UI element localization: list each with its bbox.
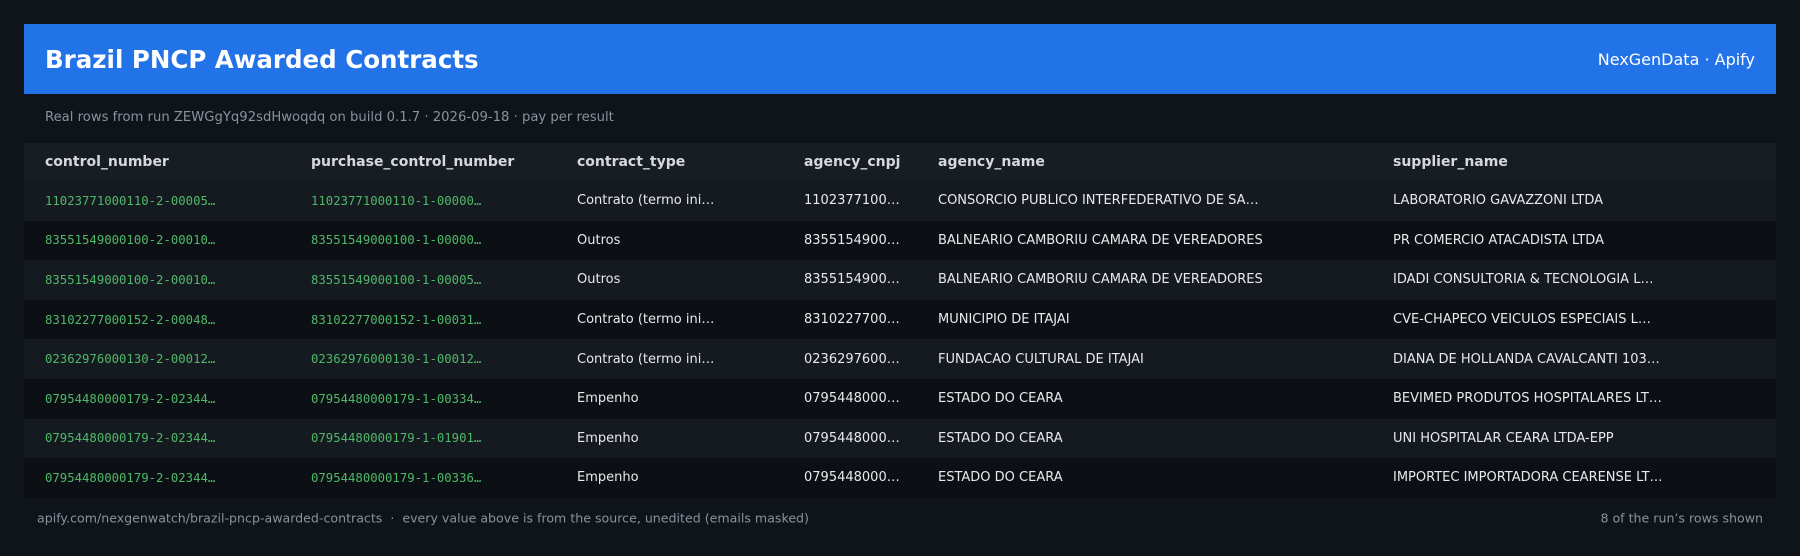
column-header-contract-type: contract_type [577, 154, 686, 170]
agency-cnpj-cell: 0795448000… [804, 430, 900, 446]
contract-type-cell: Contrato (termo ini… [577, 351, 715, 367]
purchase-control-number-cell: 02362976000130-1-00012… [311, 352, 482, 367]
column-header-supplier-name: supplier_name [1393, 154, 1508, 170]
supplier-name-cell: IMPORTEC IMPORTADORA CEARENSE LT… [1393, 470, 1663, 486]
table-row: 07954480000179-2-02344… 07954480000179-1… [24, 378, 1776, 419]
agency-cnpj-cell: 8355154900… [804, 272, 900, 288]
run-info-subtitle: Real rows from run ZEWGgYq92sdHwoqdq on … [45, 110, 614, 125]
column-header-control-number: control_number [45, 154, 169, 170]
agency-cnpj-cell: 0236297600… [804, 351, 900, 367]
agency-cnpj-cell: 1102377100… [804, 193, 900, 209]
supplier-name-cell: CVE-CHAPECO VEICULOS ESPECIAIS L… [1393, 312, 1651, 328]
control-number-cell: 83551549000100-2-00010… [45, 272, 216, 287]
agency-name-cell: ESTADO DO CEARA [938, 430, 1063, 446]
purchase-control-number-cell: 07954480000179-1-01901… [311, 431, 482, 446]
footer-source-note: apify.com/nexgenwatch/brazil-pncp-awarde… [37, 510, 809, 526]
agency-name-cell: BALNEARIO CAMBORIU CAMARA DE VEREADORES [938, 232, 1263, 248]
table-row: 07954480000179-2-02344… 07954480000179-1… [24, 418, 1776, 459]
contract-type-cell: Contrato (termo ini… [577, 312, 715, 328]
purchase-control-number-cell: 83551549000100-1-00000… [311, 233, 482, 248]
footer-rows-count: 8 of the run’s rows shown [1600, 510, 1763, 526]
supplier-name-cell: UNI HOSPITALAR CEARA LTDA-EPP [1393, 430, 1614, 446]
page-header: Brazil PNCP Awarded Contracts NexGenData… [24, 24, 1776, 94]
control-number-cell: 11023771000110-2-00005… [45, 193, 216, 208]
table-row: 83551549000100-2-00010… 83551549000100-1… [24, 260, 1776, 300]
table-row: 83102277000152-2-00048… 83102277000152-1… [24, 299, 1776, 340]
agency-name-cell: ESTADO DO CEARA [938, 391, 1063, 407]
control-number-cell: 83102277000152-2-00048… [45, 312, 216, 327]
purchase-control-number-cell: 07954480000179-1-00334… [311, 391, 482, 406]
agency-cnpj-cell: 8310227700… [804, 312, 900, 328]
table-row: 83551549000100-2-00010… 83551549000100-1… [24, 220, 1776, 261]
contract-type-cell: Contrato (termo ini… [577, 193, 715, 209]
purchase-control-number-cell: 83102277000152-1-00031… [311, 312, 482, 327]
contract-type-cell: Outros [577, 272, 621, 288]
agency-cnpj-cell: 8355154900… [804, 232, 900, 248]
contracts-table: control_number purchase_control_number c… [24, 143, 1776, 498]
contract-type-cell: Empenho [577, 470, 639, 486]
table-row: 11023771000110-2-00005… 11023771000110-1… [24, 181, 1776, 221]
control-number-cell: 07954480000179-2-02344… [45, 391, 216, 406]
table-row: 07954480000179-2-02344… 07954480000179-1… [24, 458, 1776, 498]
agency-name-cell: MUNICIPIO DE ITAJAI [938, 312, 1070, 328]
column-header-agency-name: agency_name [938, 154, 1045, 170]
table-header-row: control_number purchase_control_number c… [24, 143, 1776, 181]
brand-label: NexGenData · Apify [1597, 49, 1755, 69]
control-number-cell: 07954480000179-2-02344… [45, 470, 216, 485]
supplier-name-cell: BEVIMED PRODUTOS HOSPITALARES LT… [1393, 391, 1662, 407]
column-header-purchase-control-number: purchase_control_number [311, 154, 515, 170]
agency-cnpj-cell: 0795448000… [804, 470, 900, 486]
agency-cnpj-cell: 0795448000… [804, 391, 900, 407]
page-title: Brazil PNCP Awarded Contracts [45, 44, 479, 74]
table-row: 02362976000130-2-00012… 02362976000130-1… [24, 339, 1776, 379]
supplier-name-cell: LABORATORIO GAVAZZONI LTDA [1393, 193, 1604, 209]
contract-type-cell: Empenho [577, 391, 639, 407]
control-number-cell: 02362976000130-2-00012… [45, 352, 216, 367]
column-header-agency-cnpj: agency_cnpj [804, 154, 901, 170]
supplier-name-cell: PR COMERCIO ATACADISTA LTDA [1393, 232, 1604, 248]
control-number-cell: 83551549000100-2-00010… [45, 233, 216, 248]
agency-name-cell: FUNDACAO CULTURAL DE ITAJAI [938, 351, 1144, 367]
contract-type-cell: Outros [577, 232, 621, 248]
agency-name-cell: CONSORCIO PUBLICO INTERFEDERATIVO DE SA… [938, 193, 1259, 209]
agency-name-cell: ESTADO DO CEARA [938, 470, 1063, 486]
contract-type-cell: Empenho [577, 430, 639, 446]
control-number-cell: 07954480000179-2-02344… [45, 431, 216, 446]
page-footer: apify.com/nexgenwatch/brazil-pncp-awarde… [37, 511, 1763, 526]
purchase-control-number-cell: 11023771000110-1-00000… [311, 193, 482, 208]
supplier-name-cell: IDADI CONSULTORIA & TECNOLOGIA L… [1393, 272, 1654, 288]
supplier-name-cell: DIANA DE HOLLANDA CAVALCANTI 103… [1393, 351, 1660, 367]
purchase-control-number-cell: 83551549000100-1-00005… [311, 272, 482, 287]
agency-name-cell: BALNEARIO CAMBORIU CAMARA DE VEREADORES [938, 272, 1263, 288]
purchase-control-number-cell: 07954480000179-1-00336… [311, 470, 482, 485]
